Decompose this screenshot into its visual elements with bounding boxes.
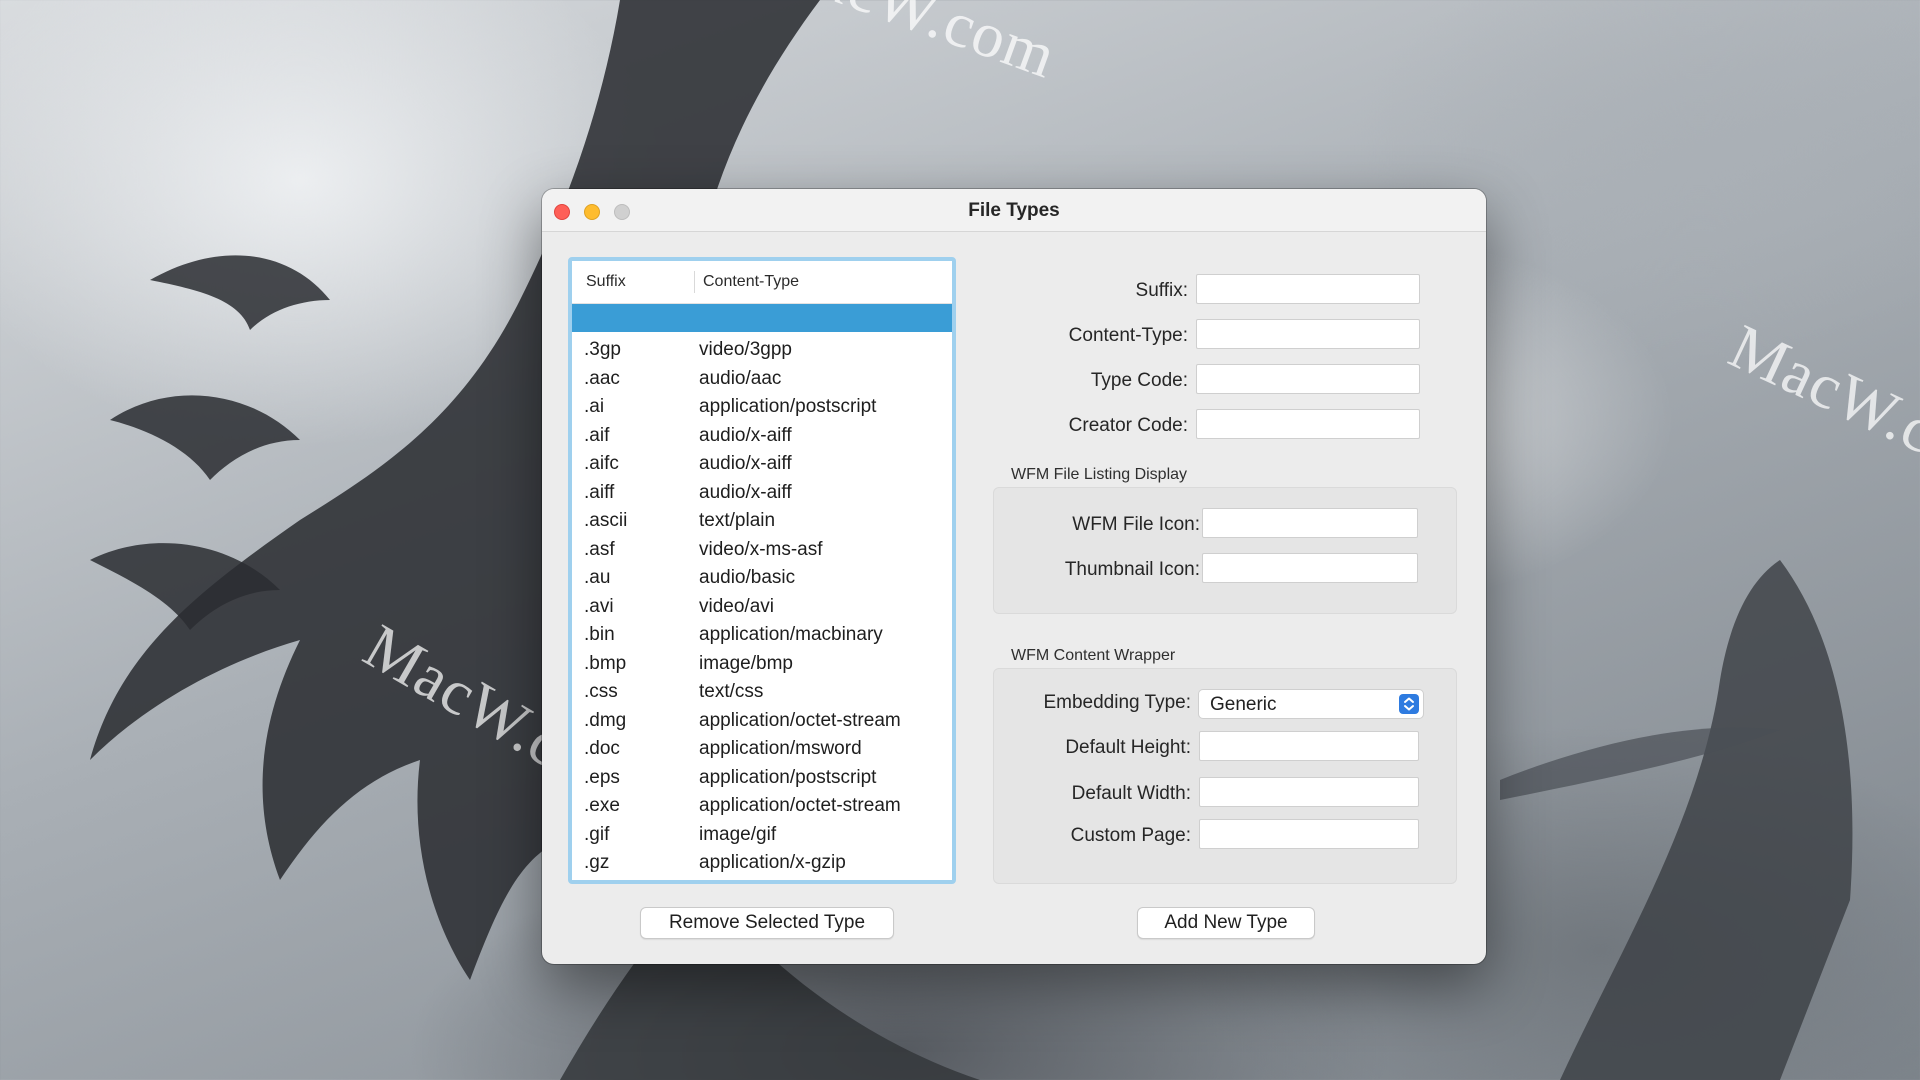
cell-suffix: .aifc: [584, 453, 619, 474]
column-header-content-type[interactable]: Content-Type: [703, 273, 799, 291]
cell-suffix: .aif: [584, 424, 610, 446]
cell-content-type: application/octet-stream: [699, 795, 901, 816]
default-width-label: Default Width:: [1071, 783, 1191, 804]
table-row-selected[interactable]: [572, 304, 952, 332]
content-type-field[interactable]: [1196, 319, 1420, 349]
cell-suffix: .aiff: [584, 481, 615, 503]
table-row[interactable]: .doc application/msword: [572, 736, 952, 765]
cell-suffix: .gif: [584, 823, 610, 845]
table-row[interactable]: .gif image/gif: [572, 822, 952, 851]
table-row[interactable]: .aifc audio/x-aiff: [572, 451, 952, 480]
cell-content-type: video/x-ms-asf: [699, 538, 823, 560]
custom-page-label: Custom Page:: [1070, 825, 1191, 846]
table-row[interactable]: .gz application/x-gzip: [572, 850, 952, 879]
table-row[interactable]: .exe application/octet-stream: [572, 793, 952, 822]
cell-suffix: .aac: [584, 367, 620, 389]
cell-content-type: video/avi: [699, 595, 774, 617]
cell-suffix: .ascii: [584, 510, 628, 531]
table-header: Suffix Content-Type: [572, 261, 952, 304]
watermark-right: MacW.com: [1719, 310, 1920, 503]
cell-content-type: application/octet-stream: [699, 709, 901, 731]
table-row[interactable]: .ai application/postscript: [572, 394, 952, 423]
title-bar: File Types: [542, 189, 1486, 232]
cell-suffix: .eps: [584, 766, 620, 788]
cell-suffix: .exe: [584, 795, 620, 816]
cell-content-type: image/bmp: [699, 652, 793, 674]
thumbnail-icon-label: Thumbnail Icon:: [1064, 559, 1200, 580]
table-row[interactable]: .au audio/basic: [572, 565, 952, 594]
table-row[interactable]: .css text/css: [572, 679, 952, 708]
cell-suffix: .ai: [584, 396, 605, 417]
cell-suffix: .bin: [584, 624, 615, 645]
table-row[interactable]: .dmg application/octet-stream: [572, 708, 952, 737]
chevron-up-down-icon: [1399, 694, 1419, 714]
cell-content-type: audio/aac: [699, 367, 782, 389]
type-code-label: Type Code:: [1090, 370, 1188, 391]
embedding-type-value: Generic: [1210, 694, 1277, 715]
file-icon-label: WFM File Icon:: [1072, 514, 1200, 535]
listing-display-group: WFM File Icon: Thumbnail Icon:: [993, 487, 1457, 614]
cell-suffix: .css: [584, 681, 618, 702]
content-type-label: Content-Type:: [1068, 325, 1188, 346]
file-types-table[interactable]: Suffix Content-Type .3gp video/3gpp .aac a…: [568, 257, 956, 884]
file-icon-field[interactable]: [1202, 508, 1418, 538]
creator-code-label: Creator Code:: [1068, 415, 1188, 436]
default-height-field[interactable]: [1199, 731, 1419, 761]
cell-suffix: .bmp: [584, 652, 627, 674]
suffix-label: Suffix:: [1135, 280, 1188, 301]
watermark-top: MacW.com: [757, 0, 1066, 92]
remove-selected-type-button[interactable]: Remove Selected Type: [640, 907, 894, 939]
cell-content-type: text/css: [699, 681, 764, 702]
table-row[interactable]: .aac audio/aac: [572, 366, 952, 395]
custom-page-field[interactable]: [1199, 819, 1419, 849]
table-row[interactable]: .ascii text/plain: [572, 508, 952, 537]
cell-suffix: .3gp: [584, 339, 621, 360]
table-row[interactable]: .aiff audio/x-aiff: [572, 480, 952, 509]
cell-suffix: .doc: [584, 738, 620, 759]
cell-content-type: video/3gpp: [699, 339, 792, 360]
table-rows: .3gp video/3gpp .aac audio/aac .ai applicat…: [572, 337, 952, 879]
table-row[interactable]: .bmp image/bmp: [572, 651, 952, 680]
type-code-field[interactable]: [1196, 364, 1420, 394]
cell-suffix: .avi: [584, 595, 614, 617]
cell-content-type: audio/basic: [699, 567, 796, 588]
embedding-type-select[interactable]: Generic: [1198, 689, 1424, 719]
file-types-window: File Types Suffix Content-Type .3gp video…: [542, 189, 1486, 964]
column-divider[interactable]: [694, 271, 695, 293]
table-row[interactable]: .aif audio/x-aiff: [572, 423, 952, 452]
content-wrapper-title: WFM Content Wrapper: [1011, 647, 1176, 664]
cell-content-type: application/msword: [699, 738, 862, 759]
cell-content-type: image/gif: [699, 823, 777, 845]
thumbnail-icon-field[interactable]: [1202, 553, 1418, 583]
cell-suffix: .gz: [584, 852, 610, 873]
cell-content-type: audio/x-aiff: [699, 424, 792, 446]
table-row[interactable]: .eps application/postscript: [572, 765, 952, 794]
default-width-field[interactable]: [1199, 777, 1419, 807]
cell-suffix: .au: [584, 567, 611, 588]
cell-content-type: application/macbinary: [699, 624, 883, 645]
table-row[interactable]: .bin application/macbinary: [572, 622, 952, 651]
suffix-field[interactable]: [1196, 274, 1420, 304]
cell-suffix: .asf: [584, 538, 615, 560]
cell-content-type: text/plain: [699, 510, 776, 531]
cell-suffix: .dmg: [584, 709, 627, 731]
window-title: File Types: [968, 200, 1060, 221]
cell-content-type: application/x-gzip: [699, 852, 846, 873]
default-height-label: Default Height:: [1065, 737, 1191, 758]
embedding-type-label: Embedding Type:: [1043, 692, 1191, 713]
cell-content-type: audio/x-aiff: [699, 453, 792, 474]
table-row[interactable]: .asf video/x-ms-asf: [572, 537, 952, 566]
cell-content-type: application/postscript: [699, 766, 877, 788]
column-header-suffix[interactable]: Suffix: [586, 273, 626, 291]
creator-code-field[interactable]: [1196, 409, 1420, 439]
cell-content-type: audio/x-aiff: [699, 481, 792, 503]
table-row[interactable]: .3gp video/3gpp: [572, 337, 952, 366]
listing-display-title: WFM File Listing Display: [1011, 466, 1188, 483]
table-row[interactable]: .avi video/avi: [572, 594, 952, 623]
cell-content-type: application/postscript: [699, 396, 877, 417]
add-new-type-button[interactable]: Add New Type: [1137, 907, 1315, 939]
